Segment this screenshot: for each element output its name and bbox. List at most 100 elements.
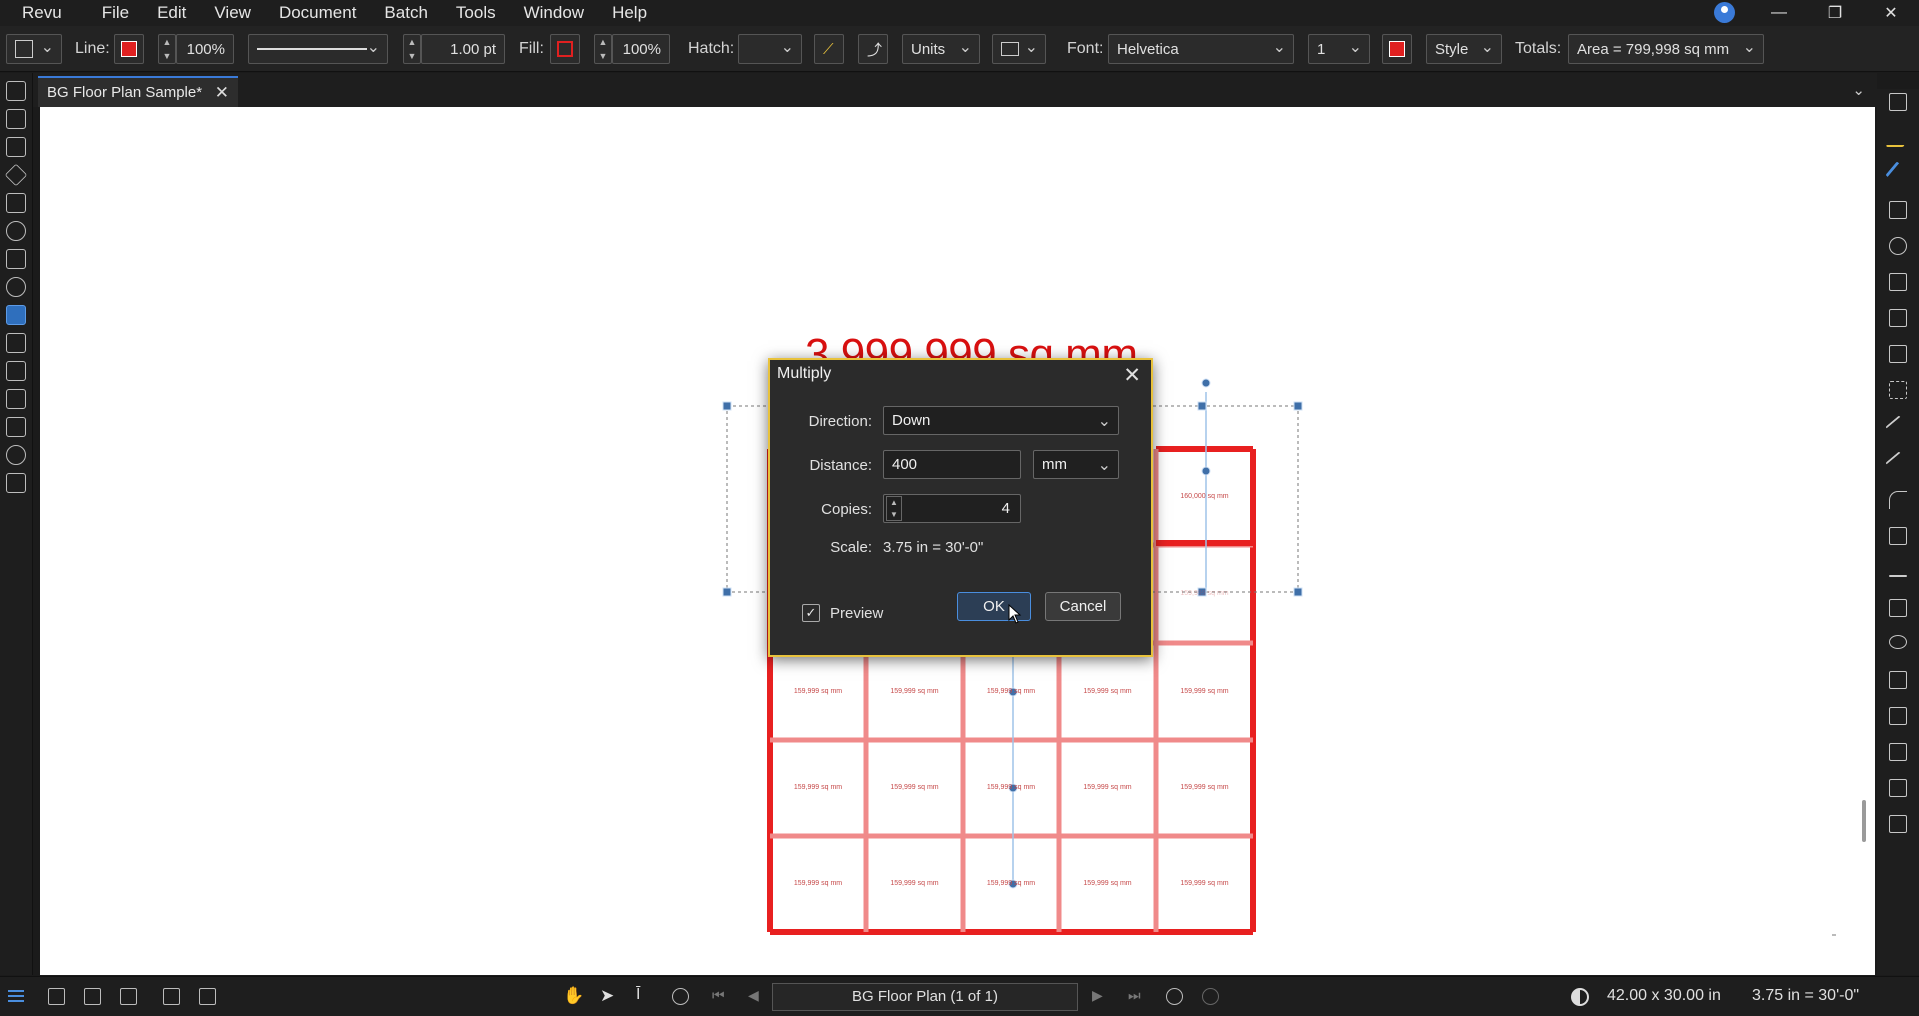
hatch-dropdown[interactable]	[738, 34, 802, 64]
arc-icon[interactable]	[1889, 491, 1907, 509]
area-measure-icon[interactable]	[1889, 743, 1907, 761]
menu-edit[interactable]: Edit	[143, 3, 200, 23]
forms-icon[interactable]	[6, 417, 26, 437]
callout-icon[interactable]	[1889, 273, 1907, 291]
stamp-icon[interactable]	[1889, 309, 1907, 327]
next-view-icon[interactable]	[1202, 988, 1219, 1005]
line-opacity-stepper[interactable]: ▲ ▼	[158, 34, 176, 64]
page-navigator[interactable]: BG Floor Plan (1 of 1)	[772, 983, 1078, 1011]
cell-area-label: 159,999 sq mm	[986, 687, 1036, 695]
count-measure-icon[interactable]	[1889, 815, 1907, 833]
distance-unit-dropdown[interactable]: mm	[1033, 450, 1119, 479]
totals-dropdown[interactable]: Area = 799,998 sq mm	[1568, 34, 1764, 64]
direction-dropdown[interactable]: Down	[883, 406, 1119, 435]
spaces-icon[interactable]	[6, 249, 26, 269]
menu-file[interactable]: File	[88, 3, 143, 23]
layers-icon[interactable]	[4, 163, 28, 187]
bookmarks-icon[interactable]	[6, 137, 26, 157]
previous-page-icon[interactable]: ◀	[748, 987, 759, 1004]
shape-icon[interactable]	[1889, 237, 1907, 255]
tool-chest-icon[interactable]	[6, 193, 26, 213]
tab-bg-floor-plan[interactable]: BG Floor Plan Sample* ✕	[38, 76, 238, 107]
close-window-button[interactable]: ✕	[1863, 3, 1919, 23]
font-family-dropdown[interactable]: Helvetica	[1108, 34, 1294, 64]
pan-tool-icon[interactable]: ✋	[563, 986, 584, 1006]
studio-icon[interactable]	[6, 473, 26, 493]
cancel-button[interactable]: Cancel	[1045, 592, 1121, 621]
rectangle-icon[interactable]	[1889, 599, 1907, 617]
properties-icon[interactable]	[6, 221, 26, 241]
highlighter-icon[interactable]	[1885, 129, 1911, 147]
note-icon[interactable]	[1889, 201, 1907, 219]
scale-readout[interactable]: 3.75 in = 30'-0"	[1752, 987, 1859, 1005]
line-opacity-input[interactable]: 100%	[176, 34, 234, 64]
tags-icon[interactable]	[6, 389, 26, 409]
menu-document[interactable]: Document	[265, 3, 370, 23]
user-account-icon[interactable]	[1714, 2, 1735, 23]
tab-list-chevron-icon[interactable]: ⌄	[1852, 81, 1865, 99]
line-color-button[interactable]	[114, 34, 144, 64]
menu-view[interactable]: View	[200, 3, 265, 23]
length-measure-icon[interactable]	[1889, 707, 1907, 725]
dialog-close-icon[interactable]: ✕	[1123, 363, 1141, 388]
copies-stepper[interactable]: ▲ ▼	[886, 496, 902, 521]
ellipse-icon[interactable]	[1889, 635, 1907, 649]
perimeter-measure-icon[interactable]	[1889, 779, 1907, 797]
line-icon[interactable]	[1885, 415, 1911, 441]
text-tool-icon[interactable]	[1889, 93, 1907, 111]
snapshot-icon[interactable]	[1889, 381, 1907, 399]
menu-window[interactable]: Window	[510, 3, 598, 23]
menu-help[interactable]: Help	[598, 3, 661, 23]
line-width-input[interactable]: 1.00 pt	[421, 34, 505, 64]
text-select-icon[interactable]: Ī	[636, 986, 640, 1004]
compare-icon[interactable]	[199, 988, 216, 1005]
search-icon[interactable]	[6, 445, 26, 465]
line-width-stepper[interactable]: ▲ ▼	[403, 34, 421, 64]
measurements-icon[interactable]	[6, 305, 26, 325]
fill-opacity-stepper[interactable]: ▲ ▼	[594, 34, 612, 64]
font-color-button[interactable]	[1382, 34, 1412, 64]
polyline-tool-button[interactable]: ⤴	[858, 34, 888, 64]
line-style-dropdown[interactable]	[248, 34, 388, 64]
contrast-icon[interactable]	[1571, 988, 1589, 1006]
close-tab-icon[interactable]: ✕	[215, 83, 229, 103]
select-mode-dropdown[interactable]	[6, 34, 62, 64]
fill-opacity-input[interactable]: 100%	[612, 34, 670, 64]
last-page-icon[interactable]: ⏭	[1128, 987, 1141, 1004]
menu-batch[interactable]: Batch	[370, 3, 441, 23]
font-size-dropdown[interactable]: 1	[1308, 34, 1370, 64]
split-horizontal-icon[interactable]	[120, 988, 137, 1005]
units-dropdown[interactable]: Units	[902, 34, 980, 64]
previous-view-icon[interactable]	[1166, 988, 1183, 1005]
distance-input[interactable]: 400	[883, 450, 1021, 479]
split-vertical-icon[interactable]	[84, 988, 101, 1005]
text-align-dropdown[interactable]	[992, 34, 1046, 64]
zoom-icon[interactable]	[672, 988, 689, 1005]
select-tool-icon[interactable]: ➤	[600, 986, 614, 1006]
single-page-icon[interactable]	[48, 988, 65, 1005]
polyline-draw-icon[interactable]	[1889, 527, 1907, 545]
settings-gear-icon[interactable]	[6, 277, 26, 297]
signatures-icon[interactable]	[6, 361, 26, 381]
copies-input[interactable]: ▲ ▼ 4	[883, 494, 1021, 523]
sync-view-icon[interactable]	[163, 988, 180, 1005]
preview-checkbox[interactable]: ✓	[802, 604, 820, 622]
image-icon[interactable]	[1889, 345, 1907, 363]
restore-button[interactable]: ❐	[1807, 3, 1863, 23]
pen-icon[interactable]	[1885, 161, 1911, 187]
next-page-icon[interactable]: ▶	[1092, 987, 1103, 1004]
vertical-scrollbar[interactable]	[1862, 800, 1866, 842]
first-page-icon[interactable]: ⏮	[712, 987, 725, 1004]
brush-tool-button[interactable]: ⟋	[814, 34, 844, 64]
minimize-button[interactable]: —	[1751, 4, 1807, 22]
style-dropdown[interactable]: Style	[1426, 34, 1502, 64]
polygon-icon[interactable]	[1889, 671, 1907, 689]
file-access-icon[interactable]	[6, 109, 26, 129]
thumbnails-icon[interactable]	[6, 81, 26, 101]
arrow-icon[interactable]	[1885, 451, 1911, 477]
markup-list-icon[interactable]	[8, 988, 25, 1005]
dimension-icon[interactable]	[1889, 575, 1907, 577]
fill-color-button[interactable]	[550, 34, 580, 64]
markups-list-icon[interactable]	[6, 333, 26, 353]
menu-tools[interactable]: Tools	[442, 3, 510, 23]
